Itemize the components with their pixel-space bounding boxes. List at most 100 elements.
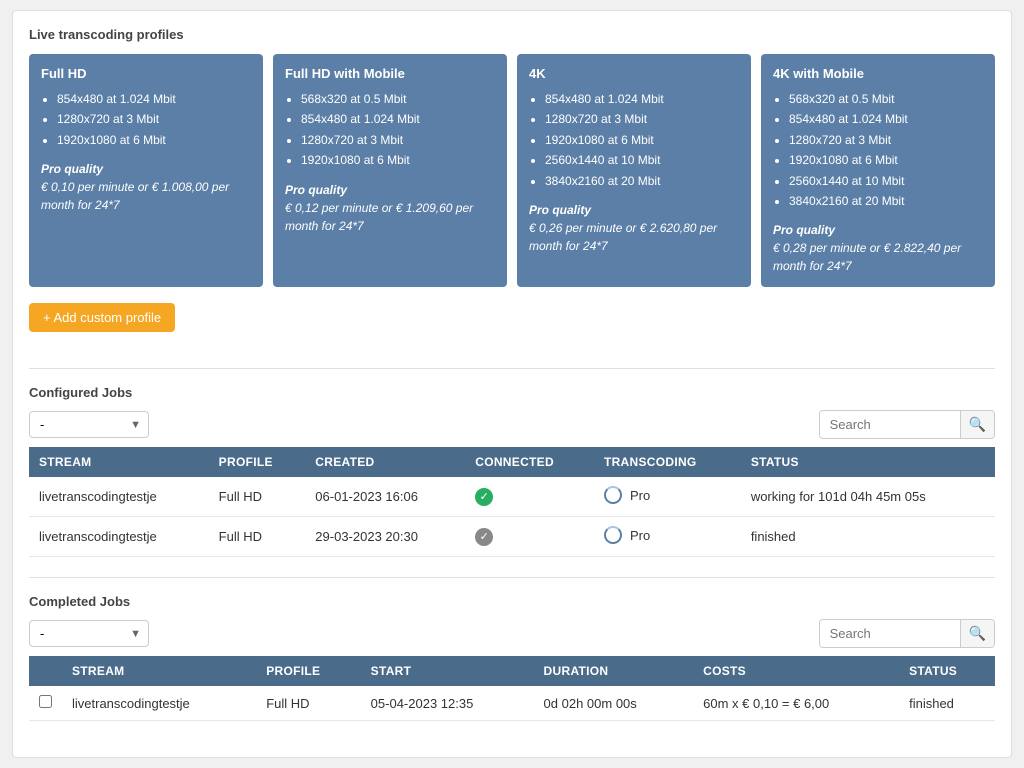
stream-cell: livetranscodingtestje — [62, 686, 256, 721]
status-cell: finished — [899, 686, 995, 721]
completed-search-button[interactable]: 🔍 — [960, 620, 994, 647]
connected-cell: ✓ — [465, 477, 594, 517]
resolution-item: 3840x2160 at 20 Mbit — [789, 191, 983, 211]
completed-jobs-title: Completed Jobs — [29, 594, 995, 609]
pro-quality: Pro quality € 0,26 per minute or € 2.620… — [529, 201, 739, 255]
profiles-grid: Full HD 854x480 at 1.024 Mbit1280x720 at… — [29, 54, 995, 287]
completed-jobs-section: Completed Jobs - ▼ 🔍 STREAMPROFILESTARTD… — [29, 594, 995, 721]
duration-cell: 0d 02h 00m 00s — [534, 686, 694, 721]
quality-label: Pro quality — [773, 223, 835, 237]
resolution-list: 854x480 at 1.024 Mbit1280x720 at 3 Mbit1… — [529, 89, 739, 191]
completed-col-header: STREAM — [62, 656, 256, 686]
resolution-item: 854x480 at 1.024 Mbit — [789, 109, 983, 129]
profile-card: 4K with Mobile 568x320 at 0.5 Mbit854x48… — [761, 54, 995, 287]
page-container: Live transcoding profiles Full HD 854x48… — [12, 10, 1012, 758]
resolution-item: 1920x1080 at 6 Mbit — [789, 150, 983, 170]
resolution-item: 2560x1440 at 10 Mbit — [545, 150, 739, 170]
completed-col-header: PROFILE — [256, 656, 360, 686]
pricing-text: € 0,12 per minute or € 1.209,60 per mont… — [285, 201, 473, 233]
table-row: livetranscodingtestje Full HD 06-01-2023… — [29, 477, 995, 517]
pricing-text: € 0,28 per minute or € 2.822,40 per mont… — [773, 241, 961, 273]
configured-filter-wrapper: - ▼ — [29, 411, 149, 438]
resolution-item: 568x320 at 0.5 Mbit — [301, 89, 495, 109]
completed-table-body: livetranscodingtestje Full HD 05-04-2023… — [29, 686, 995, 721]
add-custom-profile-button[interactable]: + Add custom profile — [29, 303, 175, 332]
resolution-item: 1280x720 at 3 Mbit — [57, 109, 251, 129]
resolution-item: 1280x720 at 3 Mbit — [301, 130, 495, 150]
resolution-list: 568x320 at 0.5 Mbit854x480 at 1.024 Mbit… — [285, 89, 495, 171]
resolution-item: 1280x720 at 3 Mbit — [545, 109, 739, 129]
completed-search-wrapper: 🔍 — [819, 619, 995, 648]
quality-label: Pro quality — [285, 183, 347, 197]
profile-name: Full HD — [41, 66, 251, 81]
configured-jobs-title: Configured Jobs — [29, 385, 995, 400]
configured-table-header: STREAMPROFILECREATEDCONNECTEDTRANSCODING… — [29, 447, 995, 477]
transcoding-cell: Pro — [594, 517, 741, 557]
completed-col-header: STATUS — [899, 656, 995, 686]
resolution-item: 854x480 at 1.024 Mbit — [545, 89, 739, 109]
profile-cell: Full HD — [209, 477, 306, 517]
profile-name: Full HD with Mobile — [285, 66, 495, 81]
configured-search-wrapper: 🔍 — [819, 410, 995, 439]
row-checkbox[interactable] — [39, 695, 52, 708]
stream-cell: livetranscodingtestje — [29, 517, 209, 557]
configured-filter-row: - ▼ 🔍 — [29, 410, 995, 439]
resolution-list: 568x320 at 0.5 Mbit854x480 at 1.024 Mbit… — [773, 89, 983, 211]
stream-cell: livetranscodingtestje — [29, 477, 209, 517]
quality-label: Pro quality — [41, 162, 103, 176]
status-cell: finished — [741, 517, 995, 557]
completed-col-header: DURATION — [534, 656, 694, 686]
completed-filter-row: - ▼ 🔍 — [29, 619, 995, 648]
profile-card: 4K 854x480 at 1.024 Mbit1280x720 at 3 Mb… — [517, 54, 751, 287]
quality-label: Pro quality — [529, 203, 591, 217]
pricing-text: € 0,10 per minute or € 1.008,00 per mont… — [41, 180, 229, 212]
resolution-item: 1280x720 at 3 Mbit — [789, 130, 983, 150]
configured-table-body: livetranscodingtestje Full HD 06-01-2023… — [29, 477, 995, 557]
completed-header-row: STREAMPROFILESTARTDURATIONCOSTSSTATUS — [29, 656, 995, 686]
resolution-item: 854x480 at 1.024 Mbit — [301, 109, 495, 129]
connected-cell: ✓ — [465, 517, 594, 557]
connected-icon: ✓ — [475, 488, 493, 506]
completed-jobs-table: STREAMPROFILESTARTDURATIONCOSTSSTATUS li… — [29, 656, 995, 721]
configured-search-input[interactable] — [820, 412, 960, 437]
configured-col-header: STREAM — [29, 447, 209, 477]
profile-card: Full HD with Mobile 568x320 at 0.5 Mbit8… — [273, 54, 507, 287]
configured-jobs-section: Configured Jobs - ▼ 🔍 STREAMPROFILECREAT… — [29, 385, 995, 557]
resolution-item: 568x320 at 0.5 Mbit — [789, 89, 983, 109]
resolution-item: 1920x1080 at 6 Mbit — [545, 130, 739, 150]
transcoding-badge: Pro — [604, 526, 650, 544]
completed-col-header — [29, 656, 62, 686]
profile-cell: Full HD — [256, 686, 360, 721]
completed-table-header: STREAMPROFILESTARTDURATIONCOSTSSTATUS — [29, 656, 995, 686]
created-cell: 29-03-2023 20:30 — [305, 517, 465, 557]
configured-col-header: TRANSCODING — [594, 447, 741, 477]
divider-2 — [29, 577, 995, 578]
profile-card: Full HD 854x480 at 1.024 Mbit1280x720 at… — [29, 54, 263, 287]
resolution-item: 854x480 at 1.024 Mbit — [57, 89, 251, 109]
checkbox-cell — [29, 686, 62, 721]
configured-filter-select[interactable]: - — [29, 411, 149, 438]
completed-filter-select[interactable]: - — [29, 620, 149, 647]
configured-search-button[interactable]: 🔍 — [960, 411, 994, 438]
profile-cell: Full HD — [209, 517, 306, 557]
configured-col-header: CONNECTED — [465, 447, 594, 477]
completed-search-input[interactable] — [820, 621, 960, 646]
connected-icon: ✓ — [475, 528, 493, 546]
divider-1 — [29, 368, 995, 369]
profile-name: 4K with Mobile — [773, 66, 983, 81]
spinner-icon — [604, 526, 622, 544]
resolution-item: 3840x2160 at 20 Mbit — [545, 171, 739, 191]
resolution-list: 854x480 at 1.024 Mbit1280x720 at 3 Mbit1… — [41, 89, 251, 150]
page-title: Live transcoding profiles — [29, 27, 995, 42]
pro-quality: Pro quality € 0,12 per minute or € 1.209… — [285, 181, 495, 235]
configured-col-header: STATUS — [741, 447, 995, 477]
transcoding-cell: Pro — [594, 477, 741, 517]
created-cell: 06-01-2023 16:06 — [305, 477, 465, 517]
resolution-item: 2560x1440 at 10 Mbit — [789, 171, 983, 191]
completed-col-header: COSTS — [693, 656, 899, 686]
configured-jobs-table: STREAMPROFILECREATEDCONNECTEDTRANSCODING… — [29, 447, 995, 557]
table-row: livetranscodingtestje Full HD 29-03-2023… — [29, 517, 995, 557]
configured-col-header: PROFILE — [209, 447, 306, 477]
configured-col-header: CREATED — [305, 447, 465, 477]
transcoding-badge: Pro — [604, 486, 650, 504]
